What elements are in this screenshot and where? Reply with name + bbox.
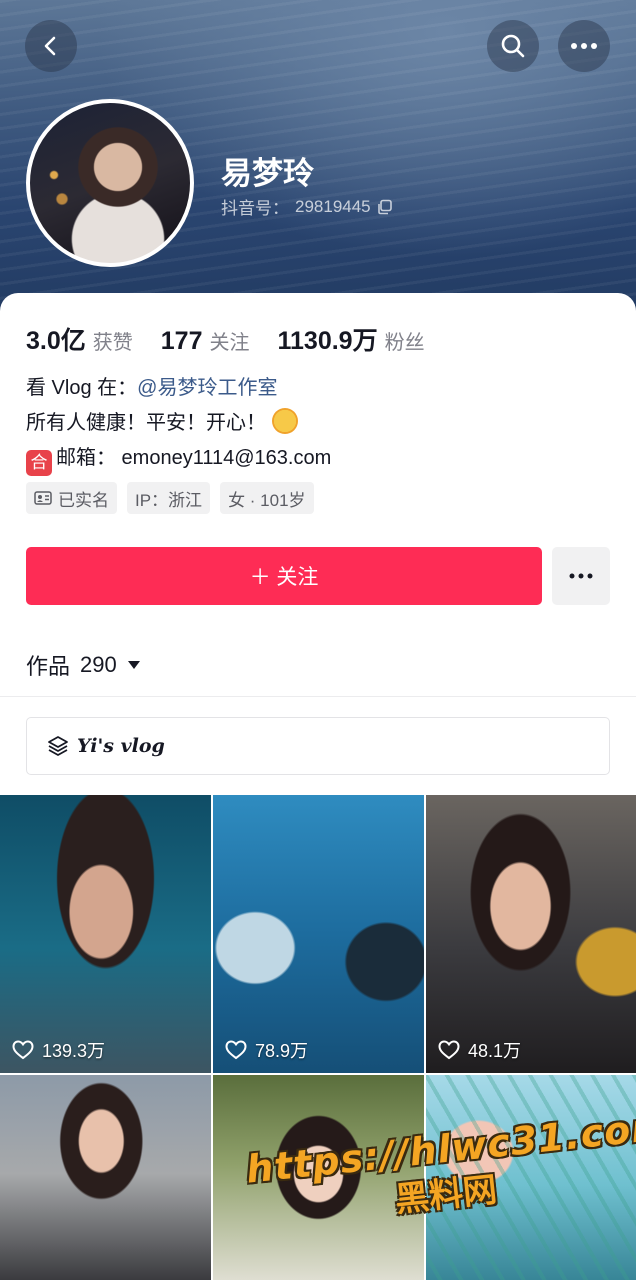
douyin-id[interactable]: 抖音号： 29819445 <box>221 194 393 219</box>
stat-label: 粉丝 <box>384 332 425 354</box>
bio-prefix: 看 Vlog 在： <box>26 377 138 399</box>
follow-more-button[interactable] <box>552 547 610 605</box>
stat-value: 3.0亿 <box>26 327 86 355</box>
layers-icon <box>48 736 68 756</box>
tag-verified: 已实名 <box>26 482 117 514</box>
likes-count: 139.3万 <box>42 1041 106 1061</box>
avatar[interactable] <box>26 99 194 267</box>
works-selector[interactable]: 作品 290 <box>26 649 141 681</box>
search-button[interactable] <box>487 20 539 72</box>
tag-ip: IP：浙江 <box>127 482 211 514</box>
likes-count: 48.1万 <box>468 1041 522 1061</box>
stat-value: 177 <box>160 327 203 355</box>
bio-text: 所有人健康！平安！开心！ <box>26 412 266 434</box>
stat-likes[interactable]: 3.0亿 获赞 <box>26 321 133 357</box>
stat-value: 1130.9万 <box>277 327 378 355</box>
copy-icon[interactable] <box>377 199 393 215</box>
heart-icon <box>12 1040 34 1060</box>
party-face-emoji-icon <box>271 408 298 434</box>
nickname: 易梦玲 <box>221 156 314 192</box>
bio: 看 Vlog 在：@易梦玲工作室 所有人健康！平安！开心！ 合邮箱： emone… <box>26 371 331 476</box>
video-likes: 48.1万 <box>438 1037 521 1063</box>
more-dots-icon <box>569 573 593 579</box>
follow-button[interactable]: ＋ 关注 <box>26 547 542 605</box>
video-thumbnail[interactable] <box>0 1075 211 1280</box>
works-label: 作品 <box>26 654 71 679</box>
collection-card[interactable]: Yi's vlog <box>26 717 610 775</box>
works-count: 290 <box>80 652 117 677</box>
bio-line-2: 所有人健康！平安！开心！ <box>26 406 331 441</box>
tag-gender-age: 女 · 101岁 <box>220 482 314 514</box>
studio-link[interactable]: @易梦玲工作室 <box>137 377 277 399</box>
stat-label: 关注 <box>209 332 250 354</box>
tag-label: 已实名 <box>58 490 109 510</box>
douyin-id-label: 抖音号： <box>221 199 289 218</box>
more-options-button[interactable] <box>558 20 610 72</box>
divider <box>0 696 636 697</box>
profile-tags: 已实名 IP：浙江 女 · 101岁 <box>26 482 314 514</box>
video-thumbnail[interactable]: 78.9万 <box>213 795 424 1073</box>
squared-he-emoji-icon: 合 <box>26 450 52 476</box>
stats-row: 3.0亿 获赞 177 关注 1130.9万 粉丝 <box>26 321 453 357</box>
chevron-left-icon <box>44 36 56 56</box>
video-likes: 78.9万 <box>225 1037 308 1063</box>
bio-line-1: 看 Vlog 在：@易梦玲工作室 <box>26 371 331 406</box>
bio-line-3: 合邮箱： emoney1114@163.com <box>26 441 331 476</box>
heart-icon <box>438 1040 460 1060</box>
caret-down-icon <box>127 661 140 669</box>
video-likes: 139.3万 <box>12 1037 105 1063</box>
tag-label: 女 · 101岁 <box>228 490 306 510</box>
stat-label: 获赞 <box>92 332 133 354</box>
tag-label: IP：浙江 <box>135 490 203 510</box>
more-dots-icon <box>571 43 597 49</box>
stat-followers[interactable]: 1130.9万 粉丝 <box>277 321 424 357</box>
follow-label: ＋ 关注 <box>249 566 319 589</box>
douyin-id-value: 29819445 <box>295 196 371 216</box>
bio-email: 邮箱： emoney1114@163.com <box>56 447 332 469</box>
search-icon <box>501 34 525 58</box>
id-card-icon <box>34 491 52 505</box>
video-thumbnail[interactable]: 48.1万 <box>426 795 636 1073</box>
heart-icon <box>225 1040 247 1060</box>
back-button[interactable] <box>25 20 77 72</box>
collection-name: Yi's vlog <box>77 735 165 757</box>
video-thumbnail[interactable]: 139.3万 <box>0 795 211 1073</box>
stat-following[interactable]: 177 关注 <box>161 326 250 356</box>
likes-count: 78.9万 <box>255 1041 309 1061</box>
